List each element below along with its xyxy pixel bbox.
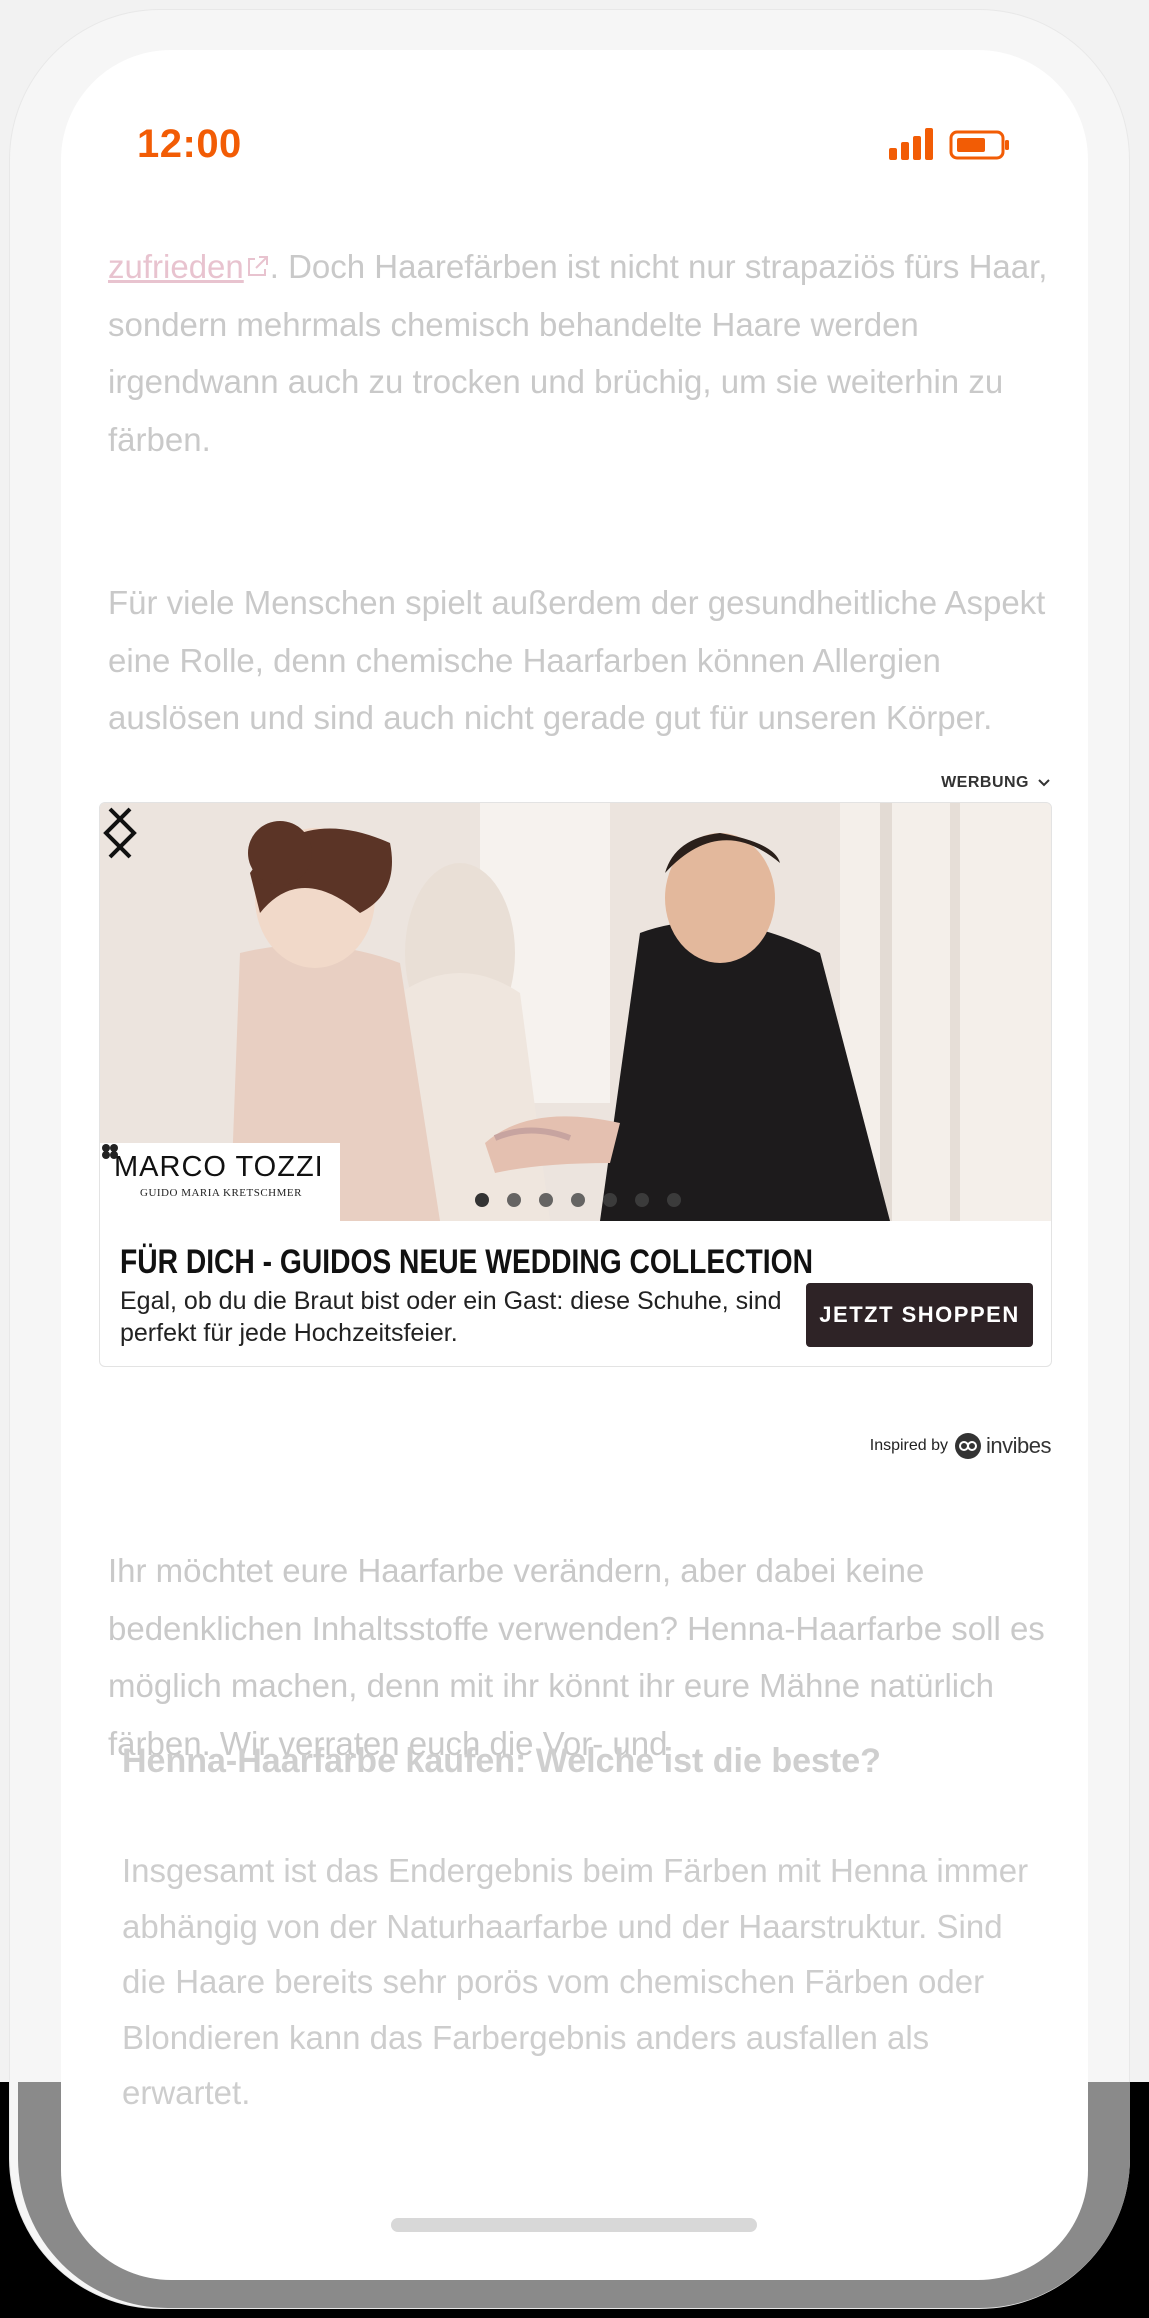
article-paragraph: Ihr möchtet eure Haarfarbe verändern, ab…	[108, 1552, 1045, 1762]
ad-description: Egal, ob du die Braut bist oder ein Gast…	[120, 1287, 782, 1347]
carousel-dot[interactable]	[635, 1193, 649, 1207]
invibes-text: invibes	[986, 1433, 1051, 1458]
status-icons	[889, 128, 1019, 168]
carousel-dot[interactable]	[667, 1193, 681, 1207]
ad-attribution[interactable]: Inspired by invibes	[870, 1432, 1051, 1460]
phone-screen: 12:00 zufrieden. Doch Haarefärben ist ni…	[61, 50, 1088, 2280]
article-paragraph: Für viele Menschen spielt außerdem der g…	[108, 584, 1046, 736]
carousel-dot[interactable]	[539, 1193, 553, 1207]
ad-label-text: WERBUNG	[941, 774, 1029, 791]
article-paragraph: zufrieden. Doch Haarefärben ist nicht nu…	[108, 238, 1048, 468]
zufrieden-link[interactable]: zufrieden	[108, 248, 244, 285]
signal-icon	[889, 128, 933, 160]
home-indicator[interactable]	[391, 2218, 757, 2232]
flower-icon	[102, 1144, 118, 1159]
brand-logo: MARCO TOZZI GUIDO MARIA KRETSCHMER	[100, 1143, 340, 1221]
chevron-down-icon	[1038, 779, 1050, 787]
carousel-dot[interactable]	[475, 1193, 489, 1207]
invibes-logo: invibes	[954, 1432, 1051, 1460]
ad-image[interactable]: MARCO TOZZI GUIDO MARIA KRETSCHMER	[100, 803, 1051, 1221]
carousel-dot[interactable]	[603, 1193, 617, 1207]
battery-icon	[949, 130, 1009, 160]
section-heading: Henna-Haarfarbe kaufen: Welche ist die b…	[122, 1742, 881, 1780]
brand-subtitle: GUIDO MARIA KRETSCHMER	[140, 1187, 302, 1199]
article-paragraph: Insgesamt ist das Endergebnis beim Färbe…	[122, 1852, 1029, 2111]
ad-title[interactable]: FÜR DICH - GUIDOS NEUE WEDDING COLLECTIO…	[120, 1243, 813, 1282]
shop-now-button[interactable]: JETZT SHOPPEN	[806, 1283, 1033, 1347]
carousel-next-icon[interactable]	[100, 803, 140, 863]
inspired-by-text: Inspired by	[869, 1437, 949, 1454]
external-link-icon	[247, 256, 268, 276]
carousel-dot[interactable]	[507, 1193, 521, 1207]
carousel-dot[interactable]	[571, 1193, 585, 1207]
ad-card[interactable]: MARCO TOZZI GUIDO MARIA KRETSCHMER FÜR D…	[99, 802, 1052, 1367]
ad-label[interactable]: WERBUNG	[941, 774, 1051, 792]
status-time: 12:00	[137, 122, 242, 166]
carousel-dots	[475, 1193, 681, 1207]
invibes-icon	[955, 1433, 982, 1459]
brand-name: MARCO TOZZI	[114, 1151, 324, 1183]
